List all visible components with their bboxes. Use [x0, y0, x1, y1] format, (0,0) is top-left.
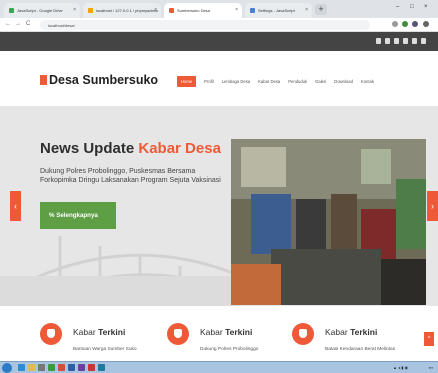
news-title-bold: Terkini	[350, 327, 378, 337]
megaphone-icon	[292, 323, 314, 345]
media-icon[interactable]	[38, 364, 45, 371]
hero-photo	[231, 139, 426, 305]
menu-item-galeri[interactable]: Galeri	[315, 79, 326, 84]
news-title: Kabar Terkini	[73, 327, 125, 337]
news-headline[interactable]: Dukung Polres Probolinggo	[200, 347, 258, 352]
read-more-button[interactable]: % Selengkapnya	[40, 202, 116, 229]
site-favicon-icon	[169, 8, 174, 13]
close-icon[interactable]: ×	[305, 7, 308, 13]
social-links	[376, 38, 426, 44]
hero-title-accent: Kabar Desa	[138, 140, 221, 157]
browser-tab-bar: JavaScript - Google Drive × localhost / …	[0, 0, 438, 18]
news-headline[interactable]: Batasi Kendaraan Berat Melintas	[325, 347, 395, 352]
news-card[interactable]: Kabar Terkini Dukung Polres Probolinggo	[167, 323, 287, 361]
app-icon[interactable]	[48, 364, 55, 371]
close-icon[interactable]: ×	[154, 7, 157, 13]
tab-label: Settings - JavaScript	[258, 8, 295, 13]
news-card[interactable]: Kabar Terkini Bantuan Warga Sumber Suko	[40, 323, 160, 361]
settings-icon	[250, 8, 255, 13]
close-icon[interactable]: ×	[73, 7, 76, 13]
news-title-plain: Kabar	[73, 327, 96, 337]
address-bar-row: ← → C localhost/desa/	[0, 18, 438, 32]
news-card[interactable]: Kabar Terkini Batasi Kendaraan Berat Mel…	[292, 323, 412, 361]
youtube-icon[interactable]	[421, 38, 426, 44]
browser-tab-2[interactable]: localhost / 127.0.0.1 / phpmyadmin ×	[83, 3, 161, 18]
system-tray[interactable]: ▲ ◂ ▮ ◉	[393, 365, 408, 370]
ie-icon[interactable]	[18, 364, 25, 371]
logo-text: Desa Sumbersuko	[49, 73, 159, 87]
slider-next-button[interactable]: ›	[427, 191, 438, 221]
clock[interactable]: ▪▪▪	[429, 365, 433, 370]
megaphone-icon	[40, 323, 62, 345]
news-title-bold: Terkini	[98, 327, 126, 337]
profile-icon[interactable]	[423, 21, 429, 27]
hero-title-main: News Update	[40, 140, 135, 157]
news-title: Kabar Terkini	[325, 327, 377, 337]
hero-description: Dukung Polres Probolinggo, Puskesmas Ber…	[40, 168, 221, 184]
close-icon[interactable]: ×	[235, 7, 238, 13]
megaphone-icon	[167, 323, 189, 345]
news-title: Kabar Terkini	[200, 327, 252, 337]
menu-item-home[interactable]: Home	[177, 76, 197, 87]
start-button-icon[interactable]	[2, 363, 12, 373]
star-icon[interactable]	[392, 21, 398, 27]
maximize-icon[interactable]: □	[410, 4, 414, 10]
site-top-bar	[0, 32, 438, 51]
slider-prev-button[interactable]: ‹	[10, 191, 21, 221]
os-taskbar: ▲ ◂ ▮ ◉ ▪▪▪	[0, 361, 438, 373]
site-header: Desa Sumbersuko Home Profil Lembaga Desa…	[0, 51, 438, 106]
hero-slider: News Update Kabar Desa Dukung Polres Pro…	[0, 106, 438, 306]
main-menu: Home Profil Lembaga Desa Kabar Desa Pend…	[177, 76, 382, 87]
back-icon[interactable]: ←	[5, 21, 11, 27]
instagram-icon[interactable]	[403, 38, 408, 44]
url-input[interactable]: localhost/desa/	[40, 20, 370, 30]
reload-icon[interactable]: C	[26, 21, 30, 27]
app-icon[interactable]	[88, 364, 95, 371]
linkedin-icon[interactable]	[394, 38, 399, 44]
news-title-bold: Terkini	[225, 327, 253, 337]
menu-item-kontak[interactable]: Kontak	[361, 79, 374, 84]
menu-item-lembaga-desa[interactable]: Lembaga Desa	[222, 79, 250, 84]
news-headline[interactable]: Bantuan Warga Sumber Suko	[73, 347, 137, 352]
tab-label: JavaScript - Google Drive	[17, 8, 63, 13]
menu-item-profil[interactable]: Profil	[204, 79, 214, 84]
scroll-to-top-button[interactable]: ^	[424, 332, 434, 346]
drive-icon	[9, 8, 14, 13]
menu-item-download[interactable]: Download	[334, 79, 353, 84]
site-logo[interactable]: Desa Sumbersuko	[40, 73, 158, 87]
folder-icon[interactable]	[28, 364, 35, 371]
browser-tab-1[interactable]: JavaScript - Google Drive ×	[4, 3, 80, 18]
browser-tab-3[interactable]: Sumbersuko Desa ×	[164, 3, 242, 18]
menu-item-kabar-desa[interactable]: Kabar Desa	[258, 79, 280, 84]
extension-icon[interactable]	[402, 21, 408, 27]
news-title-plain: Kabar	[325, 327, 348, 337]
extension-icon[interactable]	[412, 21, 418, 27]
google-plus-icon[interactable]	[412, 38, 417, 44]
hero-title: News Update Kabar Desa	[40, 140, 221, 157]
news-title-plain: Kabar	[200, 327, 223, 337]
minimize-icon[interactable]: –	[396, 4, 399, 10]
phpmyadmin-icon	[88, 8, 93, 13]
news-section: Kabar Terkini Bantuan Warga Sumber Suko …	[0, 306, 438, 361]
twitter-icon[interactable]	[385, 38, 390, 44]
tab-label: localhost / 127.0.0.1 / phpmyadmin	[96, 8, 159, 13]
new-tab-button[interactable]: +	[315, 4, 327, 15]
app-icon[interactable]	[78, 364, 85, 371]
app-icon[interactable]	[68, 364, 75, 371]
logo-mark-icon	[40, 75, 47, 85]
browser-tab-4[interactable]: Settings - JavaScript ×	[245, 3, 312, 18]
menu-item-penduduk[interactable]: Penduduk	[288, 79, 307, 84]
close-window-icon[interactable]: ×	[424, 4, 428, 10]
tab-label: Sumbersuko Desa	[177, 8, 210, 13]
facebook-icon[interactable]	[376, 38, 381, 44]
forward-icon[interactable]: →	[15, 21, 21, 27]
chrome-icon[interactable]	[58, 364, 65, 371]
app-icon[interactable]	[98, 364, 105, 371]
